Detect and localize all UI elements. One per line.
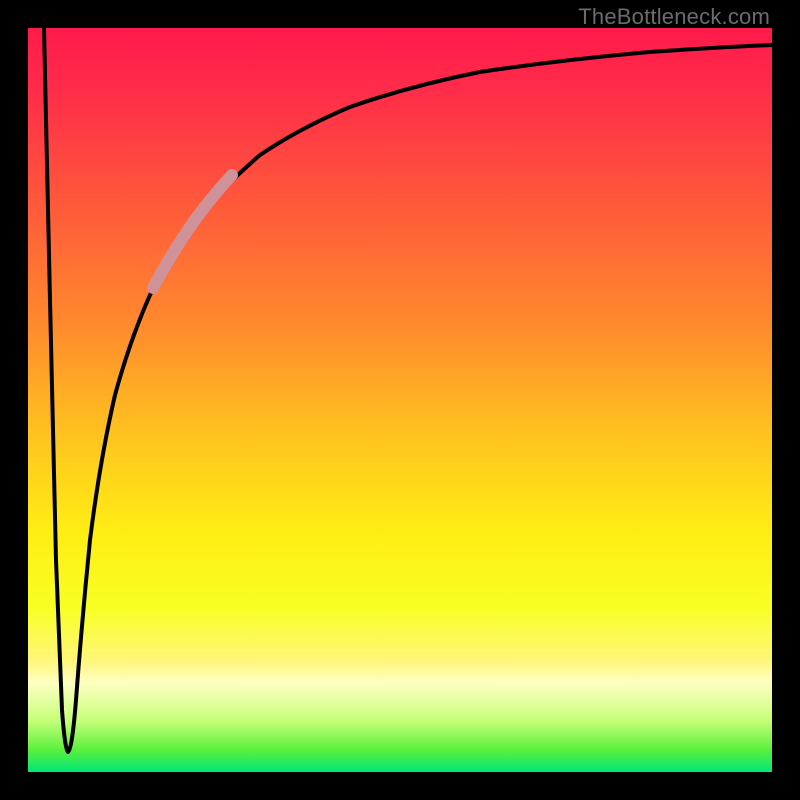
curve-path (44, 28, 772, 752)
chart-frame: TheBottleneck.com (0, 0, 800, 800)
curve-highlight (153, 175, 232, 288)
bottleneck-curve (0, 0, 800, 800)
